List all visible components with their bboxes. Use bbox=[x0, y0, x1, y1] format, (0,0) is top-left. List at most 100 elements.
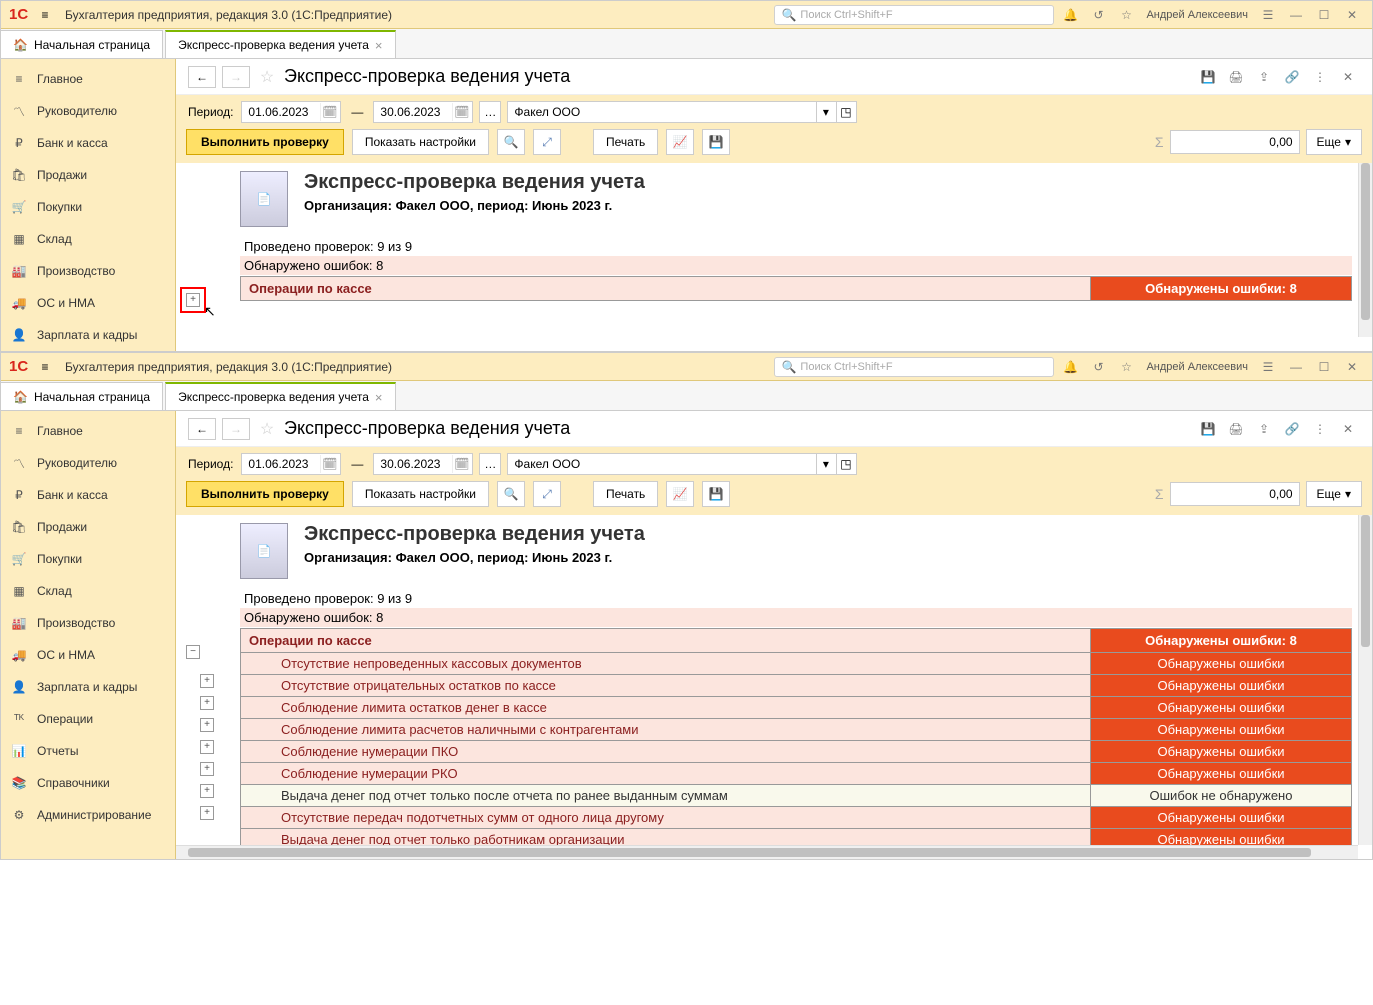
chart-button[interactable]: 📈 bbox=[666, 129, 694, 155]
expand-button[interactable]: + bbox=[200, 806, 214, 820]
hamburger-icon[interactable]: ≡ bbox=[33, 8, 57, 22]
show-settings-button[interactable]: Показать настройки bbox=[352, 481, 489, 507]
tab-close-icon[interactable]: × bbox=[375, 38, 383, 53]
check-row[interactable]: Отсутствие передач подотчетных сумм от о… bbox=[240, 807, 1352, 829]
star-icon[interactable]: ☆ bbox=[1114, 4, 1138, 26]
print-button[interactable]: Печать bbox=[593, 481, 658, 507]
expand-button[interactable]: + bbox=[200, 674, 214, 688]
kebab-icon[interactable]: ⋮ bbox=[1308, 418, 1332, 440]
tab-express-check[interactable]: Экспресс-проверка ведения учета × bbox=[165, 30, 395, 58]
section-row-kassa[interactable]: Операции по кассе Обнаружены ошибки: 8 bbox=[240, 628, 1352, 653]
minimize-icon[interactable]: — bbox=[1284, 4, 1308, 26]
scrollbar-horizontal[interactable] bbox=[176, 845, 1358, 859]
maximize-icon[interactable]: ☐ bbox=[1312, 4, 1336, 26]
history-icon[interactable]: ↺ bbox=[1086, 356, 1110, 378]
expand-button[interactable]: + bbox=[200, 740, 214, 754]
favorite-star-icon[interactable]: ☆ bbox=[256, 418, 278, 440]
more-button[interactable]: Еще▾ bbox=[1306, 129, 1362, 155]
open-dialog-icon[interactable]: ◳ bbox=[836, 454, 854, 474]
dropdown-icon[interactable]: ▾ bbox=[816, 102, 834, 122]
sidebar-item[interactable]: 〽Руководителю bbox=[1, 447, 175, 479]
print-icon[interactable]: 🖨 bbox=[1224, 418, 1248, 440]
sidebar-item[interactable]: ᵀᴷОперации bbox=[1, 703, 175, 735]
date-from-input[interactable]: 01.06.2023 🗓 bbox=[241, 453, 341, 475]
nav-forward-button[interactable]: → bbox=[222, 418, 250, 440]
collapse-button[interactable]: − bbox=[186, 645, 200, 659]
section-row-kassa[interactable]: Операции по кассе Обнаружены ошибки: 8 bbox=[240, 276, 1352, 301]
collapse-button[interactable]: ⤢ bbox=[533, 481, 561, 507]
sidebar-item[interactable]: ₽Банк и касса bbox=[1, 127, 175, 159]
sidebar-item[interactable]: ⚙Администрирование bbox=[1, 799, 175, 831]
link-icon[interactable]: 🔗 bbox=[1280, 66, 1304, 88]
chart-button[interactable]: 📈 bbox=[666, 481, 694, 507]
scrollbar-vertical[interactable] bbox=[1358, 515, 1372, 845]
check-row[interactable]: Соблюдение лимита расчетов наличными с к… bbox=[240, 719, 1352, 741]
nav-back-button[interactable]: ← bbox=[188, 418, 216, 440]
sidebar-item[interactable]: ▦Склад bbox=[1, 223, 175, 255]
tab-home[interactable]: 🏠 Начальная страница bbox=[1, 30, 163, 58]
calendar-icon[interactable]: 🗓 bbox=[320, 455, 338, 473]
dropdown-icon[interactable]: ▾ bbox=[816, 454, 834, 474]
expand-button[interactable]: + bbox=[200, 718, 214, 732]
expand-button[interactable]: + bbox=[200, 784, 214, 798]
expand-button[interactable]: + bbox=[200, 696, 214, 710]
sidebar-item[interactable]: 🛍Продажи bbox=[1, 159, 175, 191]
expand-button[interactable]: + bbox=[186, 293, 200, 307]
date-from-input[interactable]: 01.06.2023 🗓 bbox=[241, 101, 341, 123]
tab-home[interactable]: 🏠 Начальная страница bbox=[1, 382, 163, 410]
save-disk-button[interactable]: 💾 bbox=[702, 481, 730, 507]
calendar-icon[interactable]: 🗓 bbox=[320, 103, 338, 121]
calendar-icon[interactable]: 🗓 bbox=[452, 103, 470, 121]
close-page-icon[interactable]: ✕ bbox=[1336, 66, 1360, 88]
scrollbar-vertical[interactable] bbox=[1358, 163, 1372, 337]
sidebar-item[interactable]: 👤Зарплата и кадры bbox=[1, 319, 175, 351]
check-row[interactable]: Выдача денег под отчет только после отче… bbox=[240, 785, 1352, 807]
save-report-icon[interactable]: 💾 bbox=[1196, 418, 1220, 440]
calendar-icon[interactable]: 🗓 bbox=[452, 455, 470, 473]
more-button[interactable]: Еще▾ bbox=[1306, 481, 1362, 507]
show-settings-button[interactable]: Показать настройки bbox=[352, 129, 489, 155]
check-row[interactable]: Соблюдение нумерации РКООбнаружены ошибк… bbox=[240, 763, 1352, 785]
sidebar-item[interactable]: ₽Банк и касса bbox=[1, 479, 175, 511]
period-picker-button[interactable]: … bbox=[479, 101, 501, 123]
run-check-button[interactable]: Выполнить проверку bbox=[186, 129, 344, 155]
sidebar-item[interactable]: ▦Склад bbox=[1, 575, 175, 607]
sidebar-item[interactable]: ≡Главное bbox=[1, 415, 175, 447]
close-window-icon[interactable]: ✕ bbox=[1340, 4, 1364, 26]
history-icon[interactable]: ↺ bbox=[1086, 4, 1110, 26]
user-menu-icon[interactable]: ☰ bbox=[1256, 4, 1280, 26]
global-search[interactable]: 🔍 Поиск Ctrl+Shift+F bbox=[774, 357, 1054, 377]
favorite-star-icon[interactable]: ☆ bbox=[256, 66, 278, 88]
close-page-icon[interactable]: ✕ bbox=[1336, 418, 1360, 440]
date-to-input[interactable]: 30.06.2023 🗓 bbox=[373, 101, 473, 123]
tab-close-icon[interactable]: × bbox=[375, 390, 383, 405]
export-icon[interactable]: ⇪ bbox=[1252, 66, 1276, 88]
sidebar-item[interactable]: 🚚ОС и НМА bbox=[1, 639, 175, 671]
hamburger-icon[interactable]: ≡ bbox=[33, 360, 57, 374]
org-select[interactable]: Факел ООО ▾ ◳ bbox=[507, 101, 857, 123]
sidebar-item[interactable]: 👤Зарплата и кадры bbox=[1, 671, 175, 703]
sidebar-item[interactable]: 🛍Продажи bbox=[1, 511, 175, 543]
org-select[interactable]: Факел ООО ▾ ◳ bbox=[507, 453, 857, 475]
sidebar-item[interactable]: 🏭Производство bbox=[1, 607, 175, 639]
bell-icon[interactable]: 🔔 bbox=[1058, 4, 1082, 26]
tab-express-check[interactable]: Экспресс-проверка ведения учета × bbox=[165, 382, 395, 410]
expand-button[interactable]: + bbox=[200, 762, 214, 776]
print-icon[interactable]: 🖨 bbox=[1224, 66, 1248, 88]
check-row[interactable]: Отсутствие отрицательных остатков по кас… bbox=[240, 675, 1352, 697]
sidebar-item[interactable]: 🛒Покупки bbox=[1, 191, 175, 223]
maximize-icon[interactable]: ☐ bbox=[1312, 356, 1336, 378]
check-row[interactable]: Отсутствие непроведенных кассовых докуме… bbox=[240, 653, 1352, 675]
date-to-input[interactable]: 30.06.2023 🗓 bbox=[373, 453, 473, 475]
check-row[interactable]: Соблюдение нумерации ПКООбнаружены ошибк… bbox=[240, 741, 1352, 763]
search-report-button[interactable]: 🔍 bbox=[497, 129, 525, 155]
sidebar-item[interactable]: 〽Руководителю bbox=[1, 95, 175, 127]
sidebar-item[interactable]: 🏭Производство bbox=[1, 255, 175, 287]
export-icon[interactable]: ⇪ bbox=[1252, 418, 1276, 440]
sidebar-item[interactable]: 📚Справочники bbox=[1, 767, 175, 799]
collapse-button[interactable]: ⤢ bbox=[533, 129, 561, 155]
close-window-icon[interactable]: ✕ bbox=[1340, 356, 1364, 378]
period-picker-button[interactable]: … bbox=[479, 453, 501, 475]
print-button[interactable]: Печать bbox=[593, 129, 658, 155]
search-report-button[interactable]: 🔍 bbox=[497, 481, 525, 507]
